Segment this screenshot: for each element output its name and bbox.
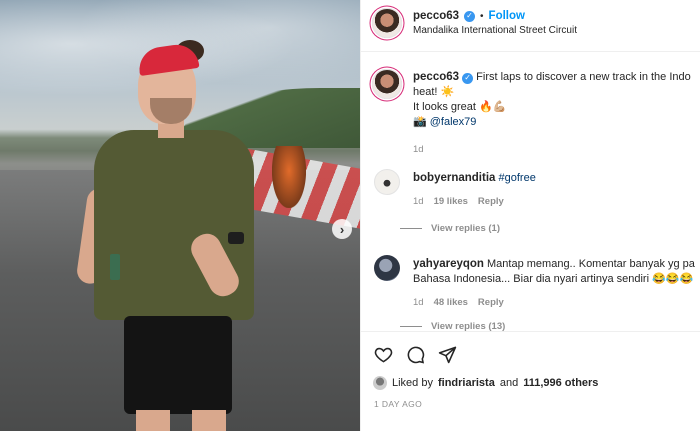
phone	[110, 254, 120, 280]
post-location[interactable]: Mandalika International Street Circuit	[413, 25, 577, 36]
comment-likes[interactable]: 19 likes	[434, 194, 468, 209]
view-replies-label: View replies (13)	[431, 321, 506, 331]
caption-text-line2: heat! ☀️	[413, 86, 455, 98]
post-actions: Liked by findriarista and 111,996 others…	[361, 331, 700, 431]
author-avatar[interactable]	[372, 8, 402, 38]
commenter-username[interactable]: yahyareyqon	[413, 258, 484, 270]
chevron-right-icon: ›	[339, 221, 345, 237]
caption-mention[interactable]: @falex79	[430, 116, 477, 128]
motorbike	[272, 146, 306, 208]
and-label: and	[499, 377, 519, 389]
verified-badge-icon: ✓	[464, 10, 476, 22]
share-icon[interactable]	[437, 344, 457, 364]
comment-age[interactable]: 1d	[413, 295, 424, 310]
comment-likes[interactable]: 48 likes	[434, 295, 468, 310]
caption-text-line3: It looks great 🔥💪🏼	[413, 101, 507, 113]
left-leg	[136, 410, 170, 431]
comment-age[interactable]: 1d	[413, 194, 424, 209]
comment-text-line2: Bahasa Indonesia... Biar dia nyari artin…	[413, 273, 694, 285]
black-shorts	[124, 316, 232, 414]
commenter-username[interactable]: bobyernanditia	[413, 172, 495, 184]
view-replies-button[interactable]: View replies (1)	[400, 223, 500, 234]
right-leg	[192, 410, 226, 431]
view-replies-label: View replies (1)	[431, 223, 500, 234]
follow-button[interactable]: Follow	[489, 10, 525, 22]
commenter-avatar[interactable]	[374, 255, 400, 281]
liked-by-label: Liked by	[392, 377, 433, 389]
liker-avatar	[373, 376, 387, 390]
reply-button[interactable]: Reply	[478, 194, 504, 209]
comments-scroll[interactable]: pecco63 ✓ First laps to discover a new t…	[361, 53, 700, 331]
comment-hashtag[interactable]: #gofree	[499, 172, 536, 184]
replies-rule	[400, 326, 422, 327]
view-replies-button[interactable]: View replies (13)	[400, 321, 505, 331]
post-timestamp[interactable]: 1 DAY AGO	[374, 399, 422, 409]
caption-text: First laps to discover a new track in th…	[476, 71, 691, 83]
runner-figure	[75, 36, 270, 431]
others-count[interactable]: 111,996 others	[523, 377, 598, 389]
post-header: pecco63 ✓ • Follow Mandalika Internation…	[361, 0, 700, 52]
wristwatch	[228, 232, 244, 244]
heart-icon[interactable]	[373, 344, 393, 364]
post-side-panel: pecco63 ✓ • Follow Mandalika Internation…	[360, 0, 700, 431]
caption-avatar[interactable]	[372, 69, 402, 99]
camera-emoji: 📸	[413, 116, 427, 128]
comment-text: Mantap memang.. Komentar banyak yg pa	[487, 258, 695, 270]
verified-badge-icon: ✓	[462, 72, 474, 84]
replies-rule	[400, 228, 422, 229]
commenter-avatar[interactable]	[374, 169, 400, 195]
author-username[interactable]: pecco63	[413, 10, 459, 22]
likes-summary[interactable]: Liked by findriarista and 111,996 others	[373, 376, 598, 390]
next-photo-button[interactable]: ›	[332, 219, 352, 239]
comment-icon[interactable]	[405, 344, 425, 364]
post-photo[interactable]: ›	[0, 0, 360, 431]
reply-button[interactable]: Reply	[478, 295, 504, 310]
separator-dot: •	[480, 10, 484, 22]
action-icons	[373, 344, 457, 364]
caption-username[interactable]: pecco63	[413, 71, 459, 83]
liker-username[interactable]: findriarista	[438, 377, 495, 389]
author-row: pecco63 ✓ • Follow	[413, 10, 525, 22]
caption-age[interactable]: 1d	[413, 142, 700, 157]
